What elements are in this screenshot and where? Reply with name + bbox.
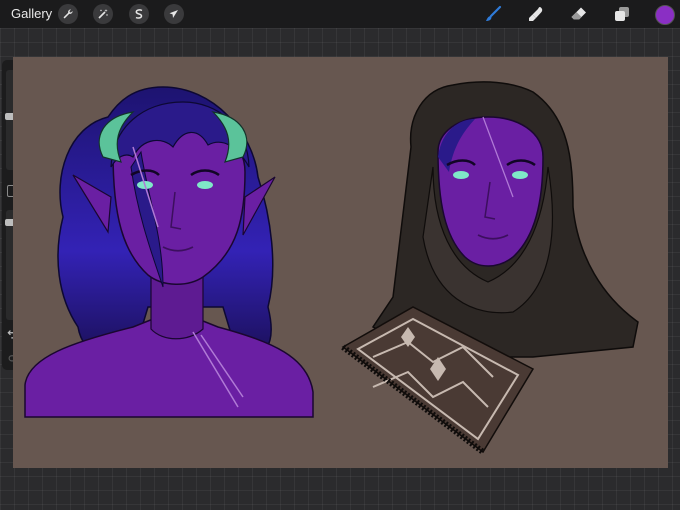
transform-arrow-icon bbox=[169, 10, 178, 18]
drawing-canvas[interactable] bbox=[13, 57, 668, 468]
gallery-button[interactable]: Gallery bbox=[11, 6, 52, 21]
wrench-icon bbox=[63, 9, 73, 19]
color-picker-button[interactable] bbox=[655, 5, 675, 25]
selection-button[interactable] bbox=[129, 4, 149, 24]
artwork bbox=[24, 81, 639, 455]
adjustments-button[interactable] bbox=[93, 4, 113, 24]
transform-button[interactable] bbox=[164, 4, 184, 24]
layers-icon bbox=[615, 7, 629, 21]
eraser-tool-button[interactable] bbox=[568, 3, 590, 25]
brush-tool-button[interactable] bbox=[482, 3, 504, 25]
actions-button[interactable] bbox=[58, 4, 78, 24]
layers-button[interactable] bbox=[611, 3, 633, 25]
magic-wand-icon bbox=[98, 9, 108, 19]
left-character-figure bbox=[24, 86, 314, 418]
smudge-tool-button[interactable] bbox=[525, 3, 547, 25]
smudge-icon bbox=[529, 7, 543, 21]
top-toolbar: Gallery bbox=[0, 0, 680, 28]
selection-icon bbox=[135, 9, 143, 19]
brush-icon bbox=[486, 5, 502, 21]
right-character-figure bbox=[341, 81, 639, 455]
eraser-icon bbox=[571, 7, 586, 20]
